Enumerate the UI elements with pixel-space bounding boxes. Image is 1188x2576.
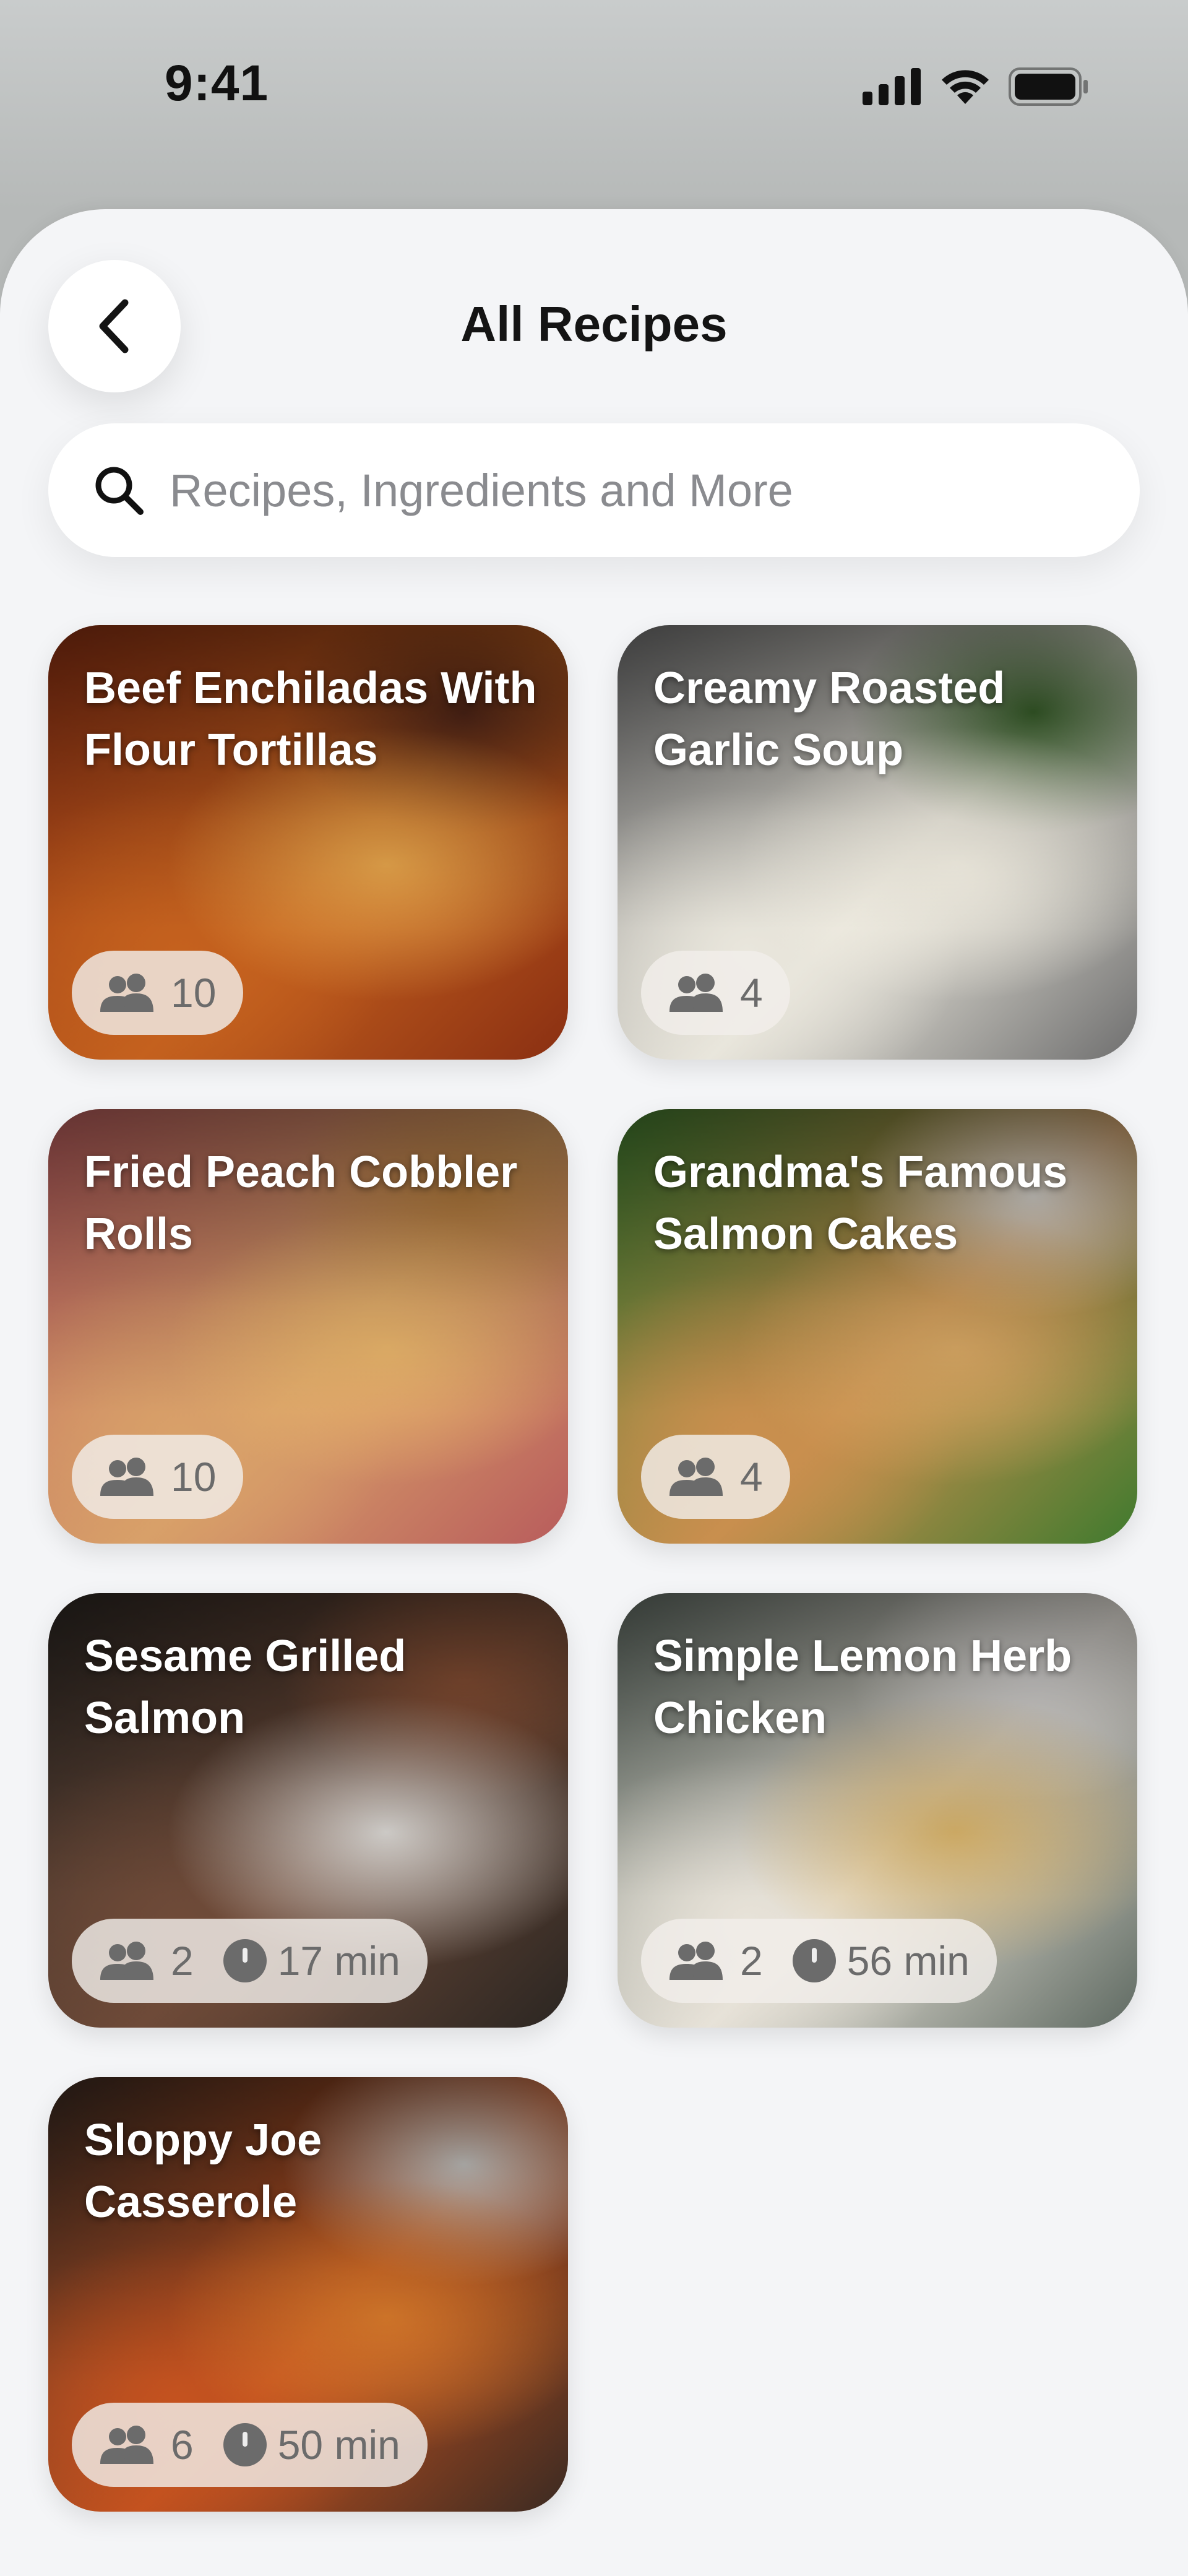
status-time: 9:41 (165, 55, 269, 111)
servings-group: 6 (98, 2421, 194, 2468)
clock-icon (223, 2423, 267, 2466)
time-group: 17 min (223, 1937, 400, 1984)
cook-time: 56 min (846, 1938, 970, 1984)
status-icons (863, 67, 1089, 106)
people-icon (100, 1458, 153, 1496)
recipe-card[interactable]: Beef Enchiladas With Flour Tortillas 10 (48, 625, 568, 1060)
recipe-title: Creamy Roasted Garlic Soup (653, 663, 1005, 775)
people-icon (100, 1942, 153, 1980)
recipe-title: Beef Enchiladas With Flour Tortillas (84, 663, 537, 775)
servings-count: 2 (171, 1938, 194, 1984)
time-group: 50 min (223, 2421, 400, 2468)
people-icon (669, 1942, 723, 1980)
servings-count: 2 (740, 1938, 763, 1984)
recipe-meta-pill: 10 (72, 951, 244, 1035)
recipe-meta-pill: 4 (641, 951, 790, 1035)
servings-count: 6 (171, 2422, 194, 2468)
recipe-title: Grandma's Famous Salmon Cakes (653, 1148, 1068, 1259)
search-input[interactable] (168, 463, 1099, 517)
recipe-meta-pill: 4 (641, 1435, 790, 1519)
recipe-title: Sloppy Joe Casserole (84, 2116, 322, 2227)
recipe-title: Sesame Grilled Salmon (84, 1632, 407, 1743)
servings-group: 10 (98, 1453, 216, 1500)
page-title: All Recipes (460, 296, 728, 352)
recipe-card[interactable]: Grandma's Famous Salmon Cakes 4 (618, 1109, 1137, 1544)
recipe-meta-pill: 6 50 min (72, 2403, 428, 2487)
servings-count: 4 (740, 970, 763, 1016)
status-bar: 9:41 (0, 0, 1188, 186)
servings-count: 10 (171, 970, 217, 1016)
people-icon (669, 1458, 723, 1496)
recipe-card[interactable]: Sloppy Joe Casserole 6 50 min (48, 2077, 568, 2512)
servings-group: 10 (98, 969, 216, 1016)
recipe-meta-pill: 2 56 min (641, 1919, 997, 2003)
servings-group: 4 (667, 1453, 763, 1500)
servings-count: 4 (740, 1454, 763, 1500)
people-icon (100, 974, 153, 1012)
battery-icon (1009, 67, 1088, 106)
search-icon (90, 462, 147, 519)
people-icon (100, 2426, 153, 2464)
recipe-meta-pill: 10 (72, 1435, 244, 1519)
recipe-title: Fried Peach Cobbler Rolls (84, 1148, 518, 1259)
servings-group: 2 (667, 1937, 763, 1984)
people-icon (669, 974, 723, 1012)
recipe-card[interactable]: Sesame Grilled Salmon 2 17 min (48, 1593, 568, 2028)
recipe-meta-pill: 2 17 min (72, 1919, 428, 2003)
cellular-signal-icon (863, 68, 921, 105)
cook-time: 17 min (277, 1938, 400, 1984)
clock-icon (223, 1939, 267, 1982)
recipe-card[interactable]: Simple Lemon Herb Chicken 2 56 min (618, 1593, 1137, 2028)
recipe-title: Simple Lemon Herb Chicken (653, 1632, 1072, 1743)
wifi-icon (942, 70, 989, 104)
search-bar[interactable] (48, 423, 1140, 557)
servings-group: 2 (98, 1937, 194, 1984)
recipe-card[interactable]: Fried Peach Cobbler Rolls 10 (48, 1109, 568, 1544)
servings-count: 10 (171, 1454, 217, 1500)
recipe-card[interactable]: Creamy Roasted Garlic Soup 4 (618, 625, 1137, 1060)
cook-time: 50 min (277, 2422, 400, 2468)
time-group: 56 min (792, 1937, 970, 1984)
clock-icon (792, 1939, 836, 1982)
servings-group: 4 (667, 969, 763, 1016)
